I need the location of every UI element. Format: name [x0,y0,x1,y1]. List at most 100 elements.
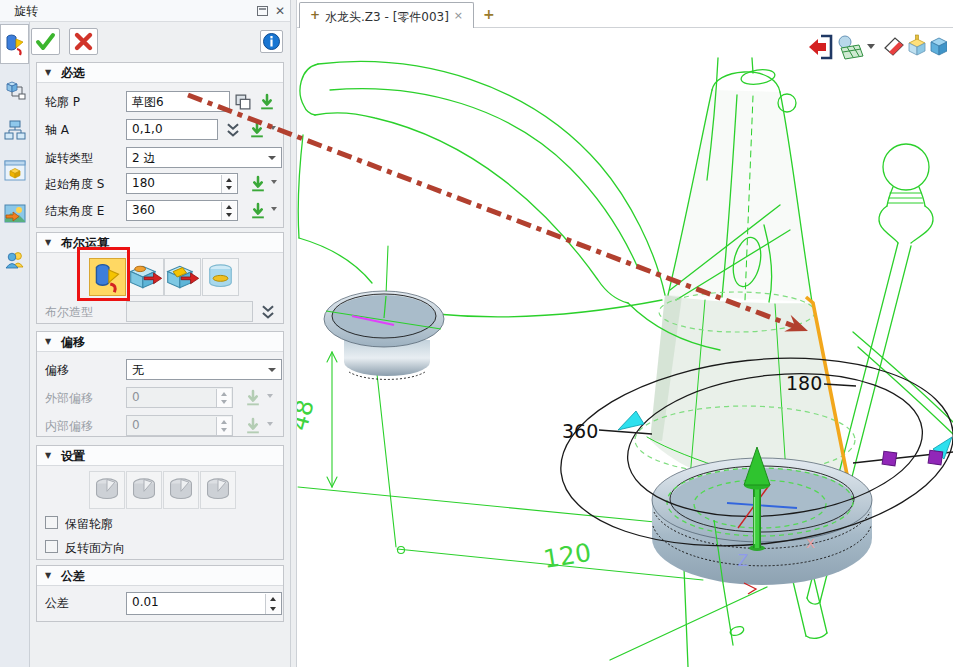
start-angle-label: 起始角度 S [45,176,104,193]
options-arrow-disabled [267,394,273,398]
new-tab-button[interactable]: + [483,6,495,22]
start-options-arrow[interactable] [271,180,277,184]
tolerance-row: 公差 0.01 [37,592,283,614]
tab-close-icon[interactable]: × [454,9,463,22]
float-panel-icon[interactable] [257,6,268,16]
close-panel-icon[interactable]: ✕ [273,3,287,19]
dim-height-text[interactable]: 48 [297,397,320,434]
pick-start-icon[interactable] [249,175,267,193]
collapse-icon: ▼ [45,63,51,83]
section-tolerance: ▼ 公差 公差 0.01 [36,565,284,622]
revolve-tool-icon[interactable] [3,31,27,57]
axis-input[interactable]: 0,1,0 [126,119,218,140]
panel-titlebar[interactable]: 旋转 ✕ [0,0,290,22]
collapse-icon: ▼ [45,446,51,466]
axis-options-arrow[interactable] [270,126,276,130]
pick-end-icon[interactable] [249,202,267,220]
pick-axis-icon[interactable] [248,121,266,139]
section-settings-header[interactable]: ▼ 设置 [37,446,283,466]
eraser-icon[interactable] [885,38,903,55]
document-tab[interactable]: + 水龙头.Z3 - [零件003] × [299,2,474,28]
cancel-button[interactable] [69,28,98,55]
users-tool-icon[interactable] [3,248,27,272]
info-icon [261,31,282,52]
viewport-3d[interactable]: 360 180 48 120 X Z [297,28,953,667]
boolean-intersect-icon [203,259,238,295]
start-angle-spinner[interactable] [221,175,236,193]
expand-chevrons-icon[interactable] [224,122,242,140]
visualize-tool-icon[interactable] [3,158,27,184]
info-button[interactable] [260,30,283,53]
tab-title: 水龙头.Z3 - [零件003] [325,9,449,26]
shaded-display-icon[interactable] [931,38,947,55]
keep-profile-row: 保留轮廓 [37,515,283,537]
flip-face-label: 反转面方向 [65,540,125,557]
inner-offset-input[interactable]: 0 [126,415,233,436]
revolve-preview-surface[interactable] [650,90,855,515]
boolean-add-button[interactable] [127,258,164,296]
section-offset-header[interactable]: ▼ 偏移 [37,332,283,352]
section-boolean-header[interactable]: ▼ 布尔运算 [37,233,283,253]
axis-z-label: Z [738,552,748,570]
end-angle-input[interactable]: 360 [126,200,238,221]
tolerance-input[interactable]: 0.01 [126,592,282,615]
render-tool-icon[interactable] [3,202,27,226]
offset-mode-combo[interactable]: 无 [126,359,282,380]
section-tolerance-header[interactable]: ▼ 公差 [37,566,283,586]
boolean-remove-button[interactable] [164,258,201,296]
setting-option2-button[interactable] [126,471,162,509]
section-offset: ▼ 偏移 偏移 无 外部偏移 0 [36,331,284,437]
profile-value: 草图6 [132,95,164,109]
angle-handle-square-1[interactable] [882,451,897,466]
label-leader-360 [599,430,652,434]
manage-tool-icon[interactable] [3,78,27,102]
exit-sketch-icon[interactable] [809,36,831,58]
end-options-arrow[interactable] [271,207,277,211]
document-tabbar: + 水龙头.Z3 - [零件003] × + [297,0,953,28]
boolean-intersect-button[interactable] [202,258,239,296]
boolean-shape-input[interactable] [126,301,253,322]
knob-disc[interactable] [324,291,444,379]
inner-offset-spinner [216,417,231,435]
show-target-icon[interactable] [909,35,925,55]
setting-option3-button[interactable] [163,471,199,509]
setting-option1-button[interactable] [89,471,125,509]
ok-button[interactable] [31,28,60,55]
copy-icon[interactable] [234,93,252,111]
pick-icon-disabled [244,417,262,435]
chevron-down-icon [268,156,276,160]
surface-display-icon[interactable] [839,36,875,59]
pick-from-list-icon[interactable] [258,93,276,111]
end-angle-label-3d[interactable]: 360 [562,420,598,442]
panel-splitter[interactable] [290,0,297,667]
history-tool-icon[interactable] [3,118,27,142]
check-icon [32,29,59,54]
angle-handle-square-2[interactable] [928,450,943,465]
expand-chevrons-icon[interactable] [259,304,277,322]
pick-icon-disabled [244,389,262,407]
start-angle-value: 180 [132,176,155,190]
panel-title: 旋转 [14,3,38,20]
tolerance-spinner[interactable] [265,594,280,614]
start-angle-input[interactable]: 180 [126,173,238,194]
flip-face-checkbox[interactable] [45,540,58,553]
section-title: 必选 [61,63,85,83]
end-angle-label: 结束角度 E [45,203,104,220]
collapse-icon: ▼ [45,332,51,352]
chevron-down-icon [268,368,276,372]
side-toolbar [0,22,30,667]
keep-profile-checkbox[interactable] [45,516,58,529]
start-angle-label-3d[interactable]: 180 [786,372,822,394]
tab-plus-icon[interactable]: + [310,8,320,22]
section-title: 公差 [61,566,85,586]
revolve-mode-icon [164,472,198,508]
setting-option4-button[interactable] [200,471,236,509]
outer-offset-input[interactable]: 0 [126,387,233,408]
outer-offset-spinner [216,389,231,407]
section-required-header[interactable]: ▼ 必选 [37,63,283,83]
end-angle-spinner[interactable] [221,202,236,220]
profile-input[interactable]: 草图6 [126,91,230,112]
revolve-mode-icon [90,472,124,508]
revolve-type-combo[interactable]: 2 边 [126,147,282,168]
boolean-add-icon [128,259,163,295]
